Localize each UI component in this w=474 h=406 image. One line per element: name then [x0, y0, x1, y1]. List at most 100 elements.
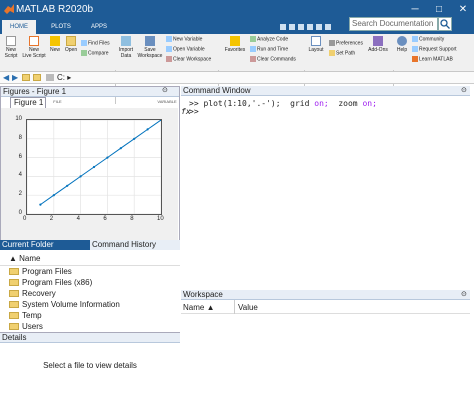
- pane-menu-icon[interactable]: ⊙: [162, 86, 168, 94]
- tab-home[interactable]: HOME: [2, 20, 36, 34]
- details-panel: Details Select a file to view details: [0, 332, 180, 406]
- find-files-button[interactable]: Find Files: [81, 40, 110, 46]
- folder-icon: [9, 279, 19, 287]
- search-icon: [440, 19, 450, 29]
- pane-menu-icon[interactable]: ⊙: [461, 86, 467, 94]
- back-arrow-icon[interactable]: ◀: [3, 73, 9, 82]
- request-support-button[interactable]: Request Support: [412, 46, 457, 52]
- column-header-value[interactable]: Value: [238, 303, 258, 312]
- address-bar: ◀ ▶ C: ▸: [0, 72, 474, 84]
- y-tick-label: 8: [18, 134, 22, 141]
- new-variable-button[interactable]: New Variable: [166, 36, 202, 42]
- tab-apps[interactable]: APPS: [84, 20, 114, 34]
- new-script-button[interactable]: New Script: [2, 36, 20, 59]
- add-ons-icon: [373, 36, 383, 46]
- open-variable-button[interactable]: Open Variable: [166, 46, 205, 52]
- data-point: [92, 165, 96, 169]
- current-folder-header: Current Folder Command History: [0, 240, 180, 250]
- command-keyword: on;: [362, 99, 377, 108]
- list-item[interactable]: Users: [0, 321, 180, 332]
- command-line: >> plot(1:10,'.-'); grid on; zoom on;: [189, 99, 377, 108]
- x-tick-label: 2: [49, 216, 54, 222]
- search-button[interactable]: [438, 17, 452, 31]
- folder-icon: [9, 290, 19, 298]
- clear-commands-label: Clear Commands: [257, 56, 296, 63]
- community-label: Community: [419, 36, 445, 43]
- help-button[interactable]: Help: [394, 36, 410, 53]
- copy-icon[interactable]: [298, 24, 304, 30]
- analyze-code-label: Analyze Code: [257, 36, 289, 43]
- redo-icon[interactable]: [325, 24, 331, 30]
- tab-command-history[interactable]: Command History: [90, 240, 180, 250]
- new-button[interactable]: New: [48, 36, 62, 53]
- new-variable-label: New Variable: [173, 36, 203, 43]
- command-text: grid: [290, 99, 310, 108]
- details-message: Select a file to view details: [43, 361, 137, 370]
- tab-plots[interactable]: PLOTS: [44, 20, 78, 34]
- y-tick-label: 4: [18, 172, 22, 179]
- file-name: System Volume Information: [22, 300, 120, 309]
- paste-icon[interactable]: [307, 24, 313, 30]
- list-item[interactable]: Recovery: [0, 288, 180, 299]
- clear-workspace-button[interactable]: Clear Workspace: [166, 56, 211, 62]
- run-and-time-button[interactable]: Run and Time: [250, 46, 288, 52]
- learn-matlab-button[interactable]: Learn MATLAB: [412, 56, 453, 62]
- folder-icon: [9, 268, 19, 276]
- clear-commands-button[interactable]: Clear Commands: [250, 56, 296, 62]
- tab-current-folder[interactable]: Current Folder: [0, 240, 90, 250]
- find-files-label: Find Files: [88, 40, 110, 47]
- file-name: Users: [22, 322, 43, 331]
- data-point: [79, 175, 82, 178]
- file-name: Temp: [22, 311, 42, 320]
- column-header-name[interactable]: ▲ Name: [9, 254, 41, 263]
- list-item[interactable]: System Volume Information: [0, 299, 180, 310]
- command-window-title: Command Window: [183, 86, 251, 95]
- compare-button[interactable]: Compare: [81, 50, 109, 56]
- set-path-button[interactable]: Set Path: [329, 50, 355, 56]
- new-script-label-2: Script: [4, 53, 18, 59]
- cut-icon[interactable]: [289, 24, 295, 30]
- command-window[interactable]: >> plot(1:10,'.-'); grid on; zoom on; fx…: [181, 96, 470, 289]
- add-ons-button[interactable]: Add-Ons: [366, 36, 390, 53]
- plot-axes[interactable]: [26, 118, 163, 215]
- column-header-name[interactable]: Name ▲: [183, 303, 215, 312]
- save-icon[interactable]: [280, 24, 286, 30]
- import-data-button[interactable]: Import Data: [117, 36, 135, 59]
- preferences-label: Preferences: [336, 40, 363, 47]
- compare-icon: [81, 50, 87, 56]
- request-support-label: Request Support: [419, 46, 457, 53]
- layout-icon: [311, 36, 321, 46]
- clear-workspace-label: Clear Workspace: [173, 56, 212, 63]
- pane-menu-icon[interactable]: ⊙: [461, 290, 467, 298]
- search-documentation-input[interactable]: Search Documentation: [349, 17, 438, 31]
- column-header-name-label: Name: [19, 254, 41, 263]
- new-live-script-button[interactable]: New Live Script: [22, 36, 46, 59]
- import-data-label-2: Data: [120, 53, 132, 59]
- new-live-script-label-2: Live Script: [22, 53, 46, 59]
- undo-icon[interactable]: [316, 24, 322, 30]
- analyze-code-button[interactable]: Analyze Code: [250, 36, 288, 42]
- save-workspace-button[interactable]: Save Workspace: [137, 36, 163, 59]
- x-tick-label: 4: [76, 216, 80, 222]
- list-item[interactable]: Program Files: [0, 266, 180, 277]
- forward-arrow-icon[interactable]: ▶: [12, 73, 18, 82]
- import-data-icon: [121, 36, 131, 46]
- help-label: Help: [396, 47, 408, 53]
- up-folder-icon[interactable]: [22, 74, 30, 81]
- close-button[interactable]: ✕: [452, 0, 474, 20]
- community-button[interactable]: Community: [412, 36, 444, 42]
- command-text: zoom: [338, 99, 358, 108]
- current-path[interactable]: C: ▸: [57, 73, 71, 82]
- figure-1-tab[interactable]: Figure 1: [10, 97, 46, 108]
- list-item[interactable]: Temp: [0, 310, 180, 321]
- favorites-button[interactable]: Favorites: [222, 36, 248, 53]
- layout-button[interactable]: Layout: [306, 36, 326, 53]
- list-item[interactable]: Program Files (x86): [0, 277, 180, 288]
- data-point: [66, 184, 69, 187]
- preferences-button[interactable]: Preferences: [329, 40, 363, 46]
- open-button[interactable]: Open: [64, 36, 78, 53]
- set-path-icon: [329, 50, 335, 56]
- new-icon: [50, 36, 60, 46]
- open-variable-icon: [166, 46, 172, 52]
- browse-folder-icon[interactable]: [33, 74, 41, 81]
